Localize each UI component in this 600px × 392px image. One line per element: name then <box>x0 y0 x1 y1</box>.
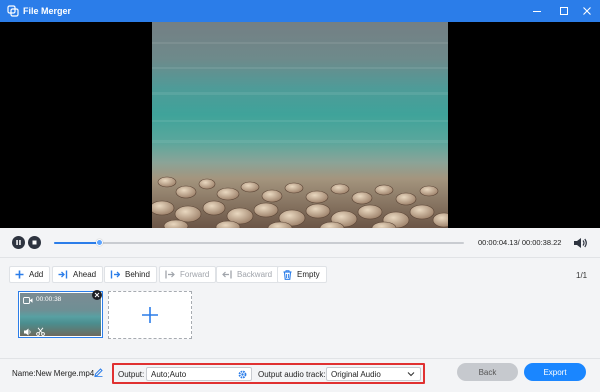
timecode: 00:00:04.13/ 00:00:38.22 <box>478 238 561 247</box>
video-frame <box>152 22 448 228</box>
close-icon <box>583 7 591 15</box>
output-settings-group: Output: Auto;Auto Output audio track: Or… <box>112 363 425 384</box>
minimize-button[interactable] <box>529 3 545 19</box>
add-label: Add <box>29 270 44 279</box>
output-format-value: Auto;Auto <box>151 370 187 379</box>
scissors-icon[interactable] <box>36 327 45 336</box>
backward-icon <box>222 270 232 279</box>
total-time: 00:00:38.22 <box>521 238 562 247</box>
merge-icon <box>7 5 19 17</box>
minimize-icon <box>533 11 541 12</box>
page-counter: 1/1 <box>576 271 588 280</box>
progress-handle[interactable] <box>96 239 104 246</box>
chevron-down-icon <box>407 372 415 377</box>
behind-label: Behind <box>125 270 150 279</box>
empty-label: Empty <box>297 270 320 279</box>
video-preview <box>0 22 600 228</box>
back-label: Back <box>478 367 497 377</box>
output-name: Name:New Merge.mp4 <box>12 369 95 378</box>
behind-button[interactable]: Behind <box>104 266 157 283</box>
pause-button[interactable] <box>12 236 25 249</box>
speaker-icon[interactable] <box>572 236 588 250</box>
move-ahead-icon <box>58 270 68 279</box>
empty-button[interactable]: Empty <box>277 266 327 283</box>
progress-slider[interactable] <box>54 239 464 246</box>
audio-track-value: Original Audio <box>331 370 381 379</box>
ahead-button[interactable]: Ahead <box>52 266 104 283</box>
export-button[interactable]: Export <box>524 363 586 381</box>
title-bar: File Merger <box>0 0 600 22</box>
clip-thumbnail[interactable]: 00:00:38 <box>18 290 103 338</box>
audio-track-label: Output audio track: <box>258 370 326 379</box>
window-title: File Merger <box>23 6 72 16</box>
output-label: Output: <box>118 370 145 379</box>
clip-preview: 00:00:38 <box>20 293 101 336</box>
current-time: 00:00:04.13 <box>478 238 518 247</box>
plus-icon <box>142 307 158 323</box>
time-separator: / <box>517 238 520 247</box>
bottom-bar: Name:New Merge.mp4 Output: Auto;Auto Out… <box>0 358 600 392</box>
playback-bar: 00:00:04.13/ 00:00:38.22 <box>0 228 600 258</box>
close-button[interactable] <box>579 3 595 19</box>
video-icon <box>23 297 33 304</box>
backward-button[interactable]: Backward <box>216 266 280 283</box>
audio-track-select[interactable]: Original Audio <box>326 367 421 381</box>
back-button[interactable]: Back <box>457 363 518 381</box>
trash-icon <box>283 269 292 280</box>
edit-icon[interactable] <box>94 368 103 377</box>
stop-button[interactable] <box>28 236 41 249</box>
backward-label: Backward <box>237 270 273 279</box>
add-button[interactable]: Add <box>9 266 51 283</box>
remove-clip-button[interactable] <box>92 290 102 300</box>
gear-icon[interactable] <box>238 370 247 379</box>
restore-button[interactable] <box>556 3 572 19</box>
forward-button[interactable]: Forward <box>159 266 217 283</box>
video-image <box>152 22 448 228</box>
add-clip-tile[interactable] <box>108 291 192 339</box>
pause-icon <box>16 240 21 245</box>
output-format-field[interactable]: Auto;Auto <box>146 367 252 381</box>
clip-audio-icon[interactable] <box>23 328 32 336</box>
ahead-label: Ahead <box>73 270 97 279</box>
export-label: Export <box>543 367 567 377</box>
forward-icon <box>165 270 175 279</box>
move-behind-icon <box>110 270 120 279</box>
forward-label: Forward <box>180 270 210 279</box>
restore-icon <box>560 7 568 15</box>
clip-duration: 00:00:38 <box>36 296 62 303</box>
clip-toolbar: Add Ahead Behind Forward Backward Empty … <box>0 262 600 286</box>
stop-icon <box>32 240 37 245</box>
progress-fill <box>54 242 100 244</box>
close-icon <box>94 292 100 298</box>
plus-icon <box>15 270 24 279</box>
